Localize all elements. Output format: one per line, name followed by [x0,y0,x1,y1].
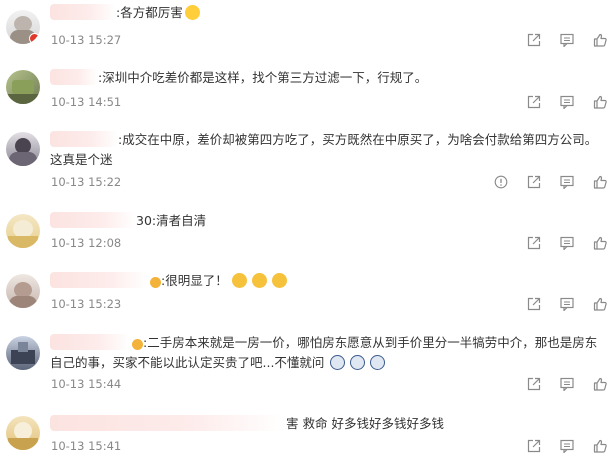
crying-emoji-icon [251,273,267,288]
comment-actions [527,297,607,313]
share-icon[interactable] [527,175,541,189]
comment-actions [527,33,607,49]
comment-time: 10-13 15:27 [51,33,122,47]
comment-time: 10-13 15:22 [51,175,122,189]
avatar[interactable] [6,132,40,166]
comment-actions [527,439,607,455]
avatar[interactable] [6,416,40,450]
crying-emoji-icon [271,273,287,288]
comment-icon[interactable] [560,175,574,189]
like-icon[interactable] [593,439,607,453]
comment-text: :成交在中原，差价却被第四方吃了，买方既然在中原买了，为啥会付款给第四方公司。这… [50,132,598,167]
comment-actions [494,175,607,191]
doge-emoji-icon [330,355,346,370]
comment-text-line: :深圳中介吃差价都是这样，找个第三方过滤一下，行规了。 [50,68,427,88]
comment-text-line: :很明显了！ [50,271,287,291]
like-icon[interactable] [593,377,607,391]
crying-emoji-icon [231,273,247,288]
like-icon[interactable] [593,236,607,250]
comment-icon[interactable] [560,377,574,391]
crown-emoji-icon [150,277,161,288]
username[interactable] [50,131,118,147]
like-icon[interactable] [593,175,607,189]
comment-text: :各方都厉害 [116,5,183,20]
like-icon[interactable] [593,95,607,109]
username[interactable] [50,415,286,431]
comment-text-line: :成交在中原，差价却被第四方吃了，买方既然在中原买了，为啥会付款给第四方公司。这… [50,130,605,170]
share-icon[interactable] [527,297,541,311]
username[interactable] [50,69,98,85]
like-icon[interactable] [593,33,607,47]
comment-time: 10-13 14:51 [51,95,122,109]
comment-actions [527,377,607,393]
share-icon[interactable] [527,33,541,47]
like-icon[interactable] [593,297,607,311]
avatar[interactable] [6,336,40,370]
avatar[interactable] [6,10,40,44]
comment-actions [527,236,607,252]
comment-text-line: :各方都厉害 [50,3,200,23]
comment-icon[interactable] [560,297,574,311]
comment-icon[interactable] [560,95,574,109]
comment-text: :深圳中介吃差价都是这样，找个第三方过滤一下，行规了。 [98,70,428,85]
share-icon[interactable] [527,236,541,250]
comment-time: 10-13 12:08 [51,236,122,250]
username[interactable] [50,334,130,350]
doge-emoji-icon [350,355,366,370]
share-icon[interactable] [527,439,541,453]
username[interactable] [50,212,136,228]
avatar[interactable] [6,274,40,308]
comment-icon[interactable] [560,439,574,453]
username[interactable] [50,4,116,20]
crown-emoji-icon [132,339,143,350]
comment-text: 害 救命 好多钱好多钱好多钱 [286,416,444,431]
comment-text-line: 害 救命 好多钱好多钱好多钱 [50,414,444,434]
smile-emoji-icon [184,5,200,20]
doge-emoji-icon [370,355,386,370]
report-icon[interactable] [494,175,508,189]
share-icon[interactable] [527,377,541,391]
comment-actions [527,95,607,111]
username[interactable] [50,272,148,288]
avatar[interactable] [6,70,40,104]
verified-badge-icon [29,33,40,44]
comment-text: :很明显了！ [161,273,228,288]
comment-text: 30:清者自清 [136,213,207,228]
comment-icon[interactable] [560,236,574,250]
avatar[interactable] [6,214,40,248]
comment-text-line: :二手房本来就是一房一价，哪怕房东愿意从到手价里分一半犒劳中介，那也是房东自己的… [50,333,605,373]
comment-time: 10-13 15:23 [51,297,122,311]
comment-time: 10-13 15:44 [51,377,122,391]
comment-text-line: 30:清者自清 [50,211,206,231]
comment-time: 10-13 15:41 [51,439,122,453]
share-icon[interactable] [527,95,541,109]
comment-icon[interactable] [560,33,574,47]
